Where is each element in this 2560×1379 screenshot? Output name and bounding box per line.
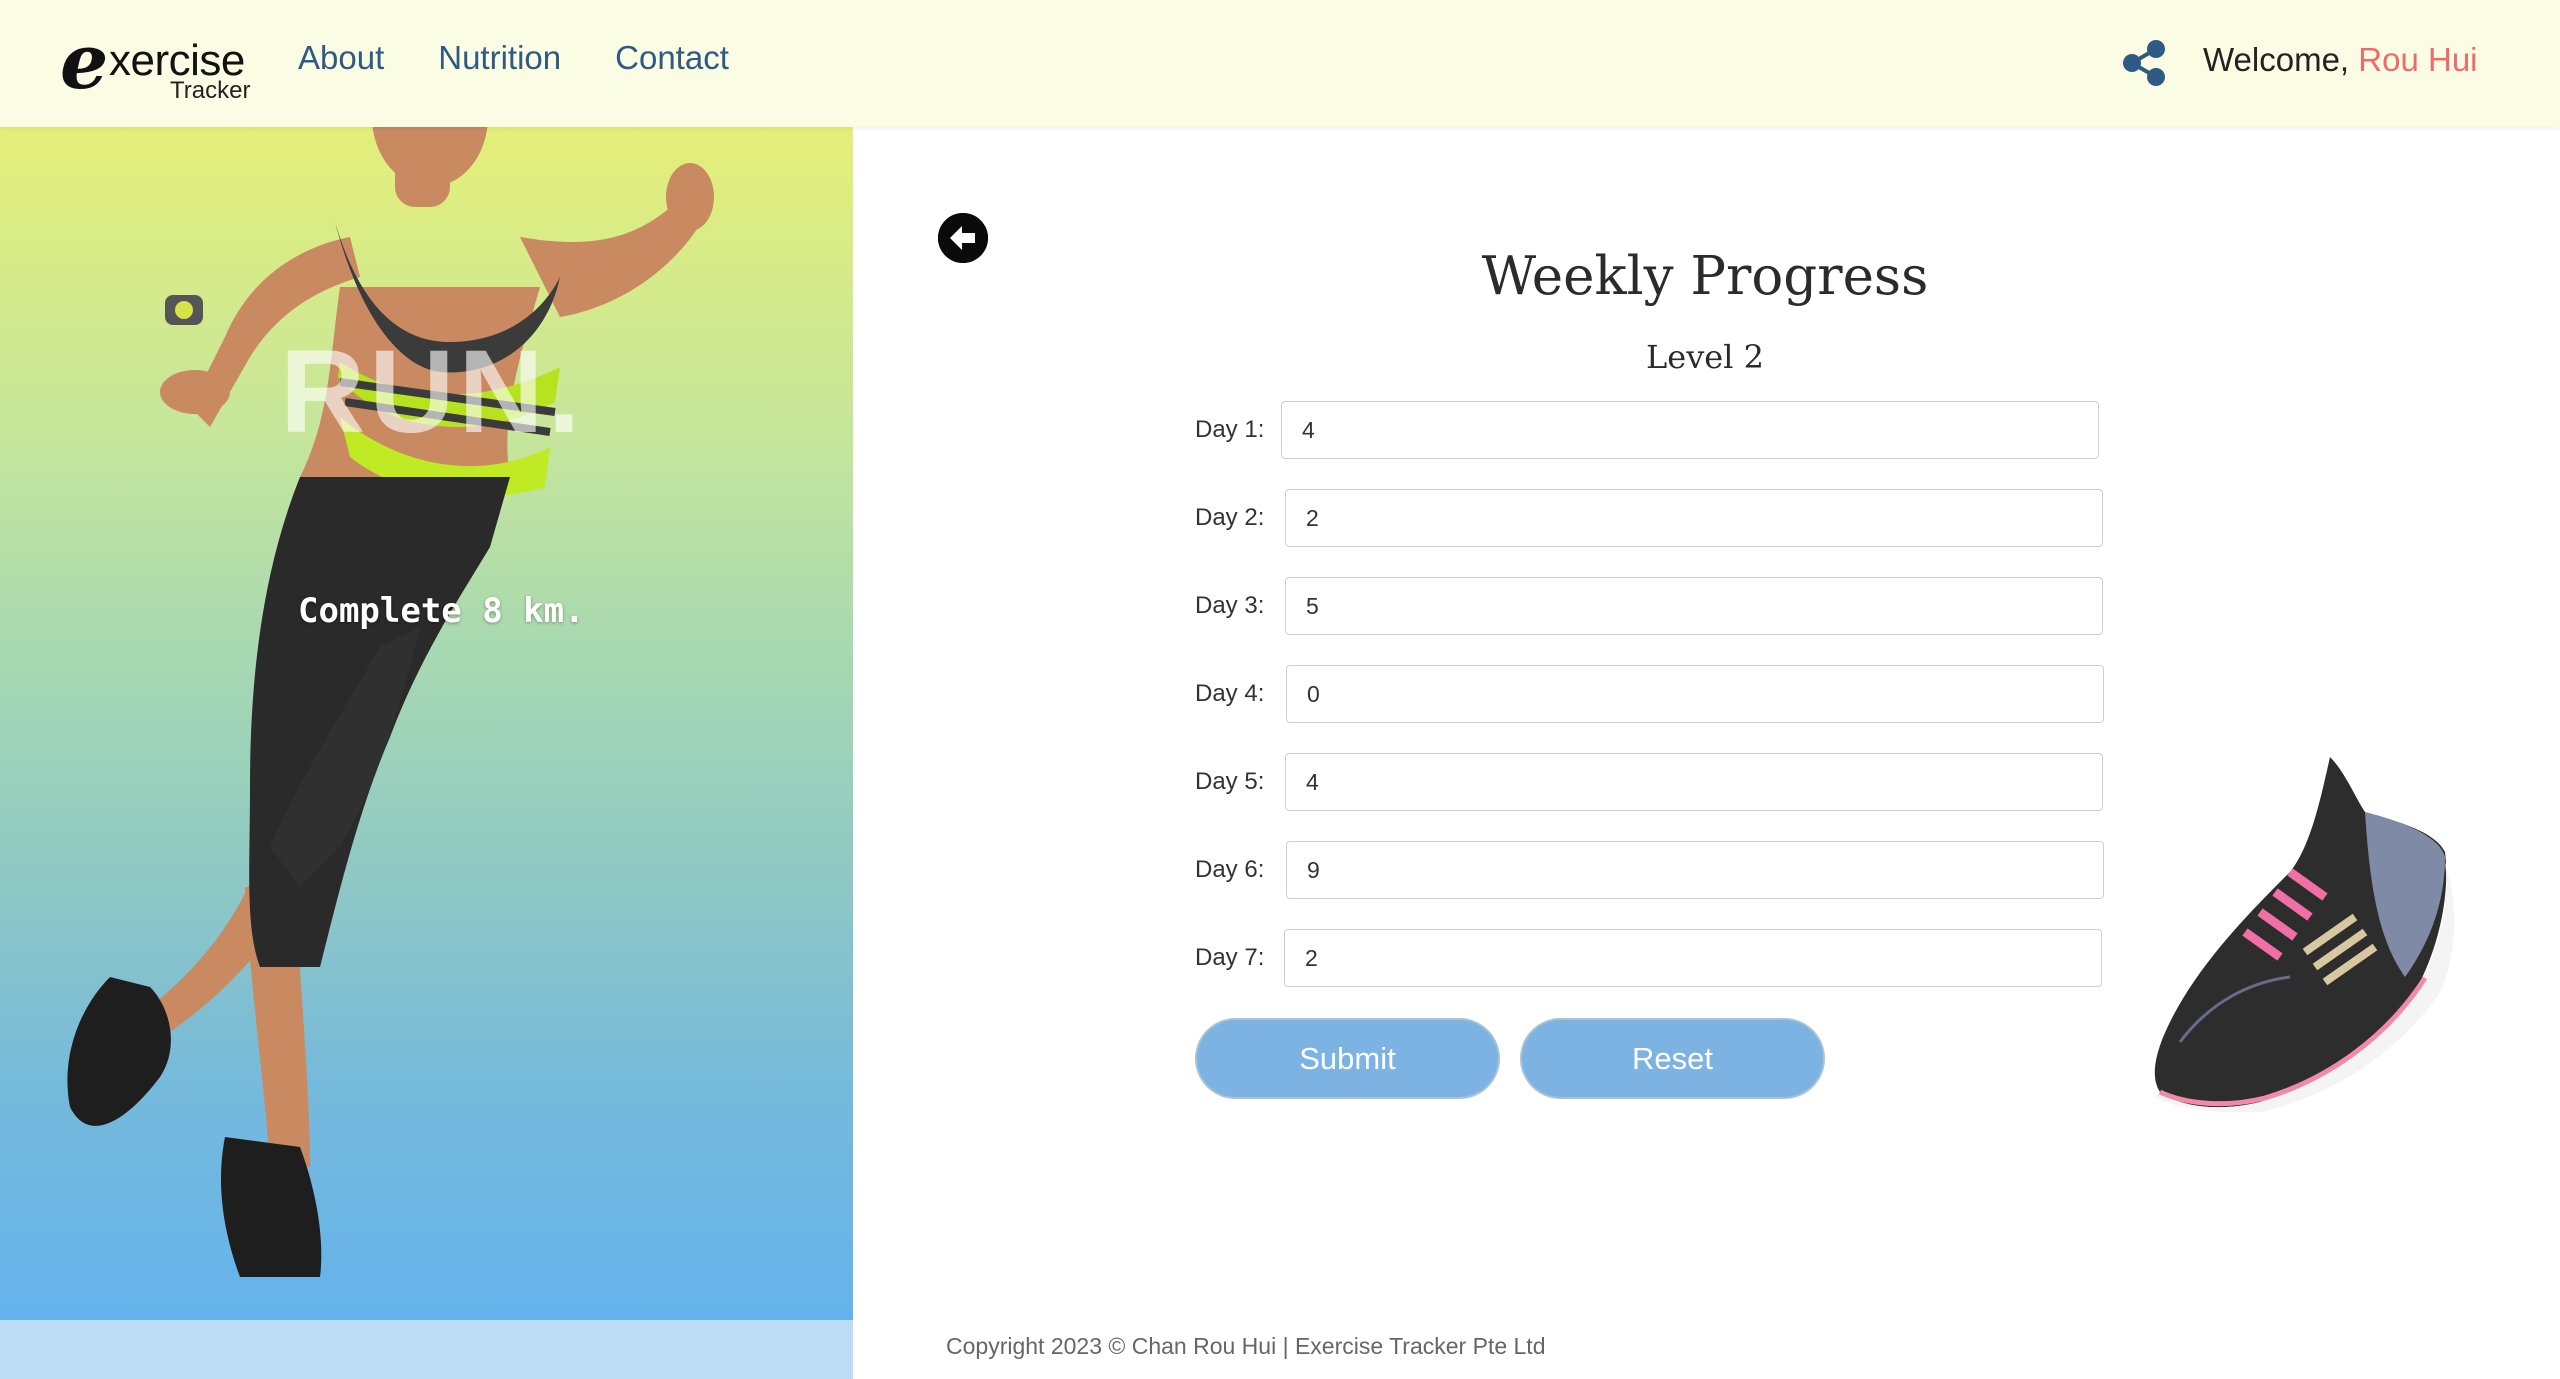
level-label: Level 2 [1646, 338, 1764, 376]
day-3-input[interactable] [1285, 577, 2103, 635]
runner-image [67, 127, 714, 1277]
logo-letter: e [60, 17, 109, 106]
copyright-text: Copyright 2023 © Chan Rou Hui | Exercise… [946, 1333, 1546, 1359]
day-4-input[interactable] [1286, 665, 2104, 723]
day-4-label: Day 4: [1195, 680, 1265, 707]
nav-link-contact[interactable]: Contact [615, 38, 729, 78]
running-shoe-image [2154, 757, 2455, 1112]
share-icon[interactable] [2120, 39, 2168, 87]
welcome-message: Welcome, Rou Hui [2203, 40, 2478, 80]
back-button[interactable] [938, 213, 988, 263]
arrow-left-icon [938, 213, 988, 263]
nav-link-about[interactable]: About [298, 38, 384, 78]
day-2-input[interactable] [1285, 489, 2103, 547]
reset-button[interactable]: Reset [1520, 1018, 1825, 1099]
day-1-label: Day 1: [1195, 416, 1265, 443]
submit-button[interactable]: Submit [1195, 1018, 1500, 1099]
user-name[interactable]: Rou Hui [2358, 41, 2477, 78]
logo-subtitle: Tracker [170, 77, 251, 104]
day-7-input[interactable] [1284, 929, 2102, 987]
day-6-input[interactable] [1286, 841, 2104, 899]
day-5-label: Day 5: [1195, 768, 1265, 795]
nav-link-nutrition[interactable]: Nutrition [438, 38, 561, 78]
page-title: Weekly Progress [1481, 246, 1929, 307]
site-logo[interactable]: e xercise Tracker [60, 22, 260, 108]
main-nav: About Nutrition Contact [298, 38, 729, 78]
day-1-input[interactable] [1281, 401, 2099, 459]
hero-panel: RUN. Complete 8 km. [0, 127, 853, 1320]
welcome-prefix: Welcome, [2203, 41, 2350, 78]
day-2-label: Day 2: [1195, 504, 1265, 531]
day-3-label: Day 3: [1195, 592, 1265, 619]
run-headline: RUN. [280, 326, 585, 458]
day-6-label: Day 6: [1195, 856, 1265, 883]
goal-caption: Complete 8 km. [298, 591, 585, 631]
top-navbar: e xercise Tracker About Nutrition Contac… [0, 0, 2560, 127]
day-5-input[interactable] [1285, 753, 2103, 811]
day-7-label: Day 7: [1195, 944, 1265, 971]
hero-footer-strip [0, 1320, 853, 1379]
